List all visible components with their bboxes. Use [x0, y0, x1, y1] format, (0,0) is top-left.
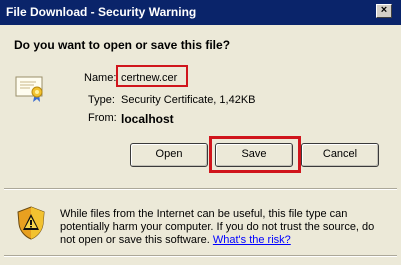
divider	[4, 188, 397, 190]
save-button[interactable]: Save	[215, 143, 293, 167]
bottom-divider	[4, 255, 397, 257]
security-warning: While files from the Internet can be use…	[60, 208, 390, 247]
file-source: localhost	[121, 112, 174, 126]
certificate-icon	[15, 76, 43, 102]
from-label: From:	[88, 112, 117, 124]
file-type: Security Certificate, 1,42KB	[121, 94, 256, 106]
prompt-question: Do you want to open or save this file?	[14, 38, 231, 52]
warning-shield-icon	[17, 206, 45, 240]
name-label: Name:	[84, 72, 117, 84]
close-button[interactable]: ×	[376, 4, 392, 18]
whats-the-risk-link[interactable]: What's the risk?	[213, 234, 291, 246]
window-title: File Download - Security Warning	[6, 5, 197, 19]
open-button[interactable]: Open	[130, 143, 208, 167]
title-bar: File Download - Security Warning ×	[0, 0, 401, 25]
type-label: Type:	[88, 94, 115, 106]
cancel-button[interactable]: Cancel	[301, 143, 379, 167]
file-name-highlight	[116, 65, 188, 87]
